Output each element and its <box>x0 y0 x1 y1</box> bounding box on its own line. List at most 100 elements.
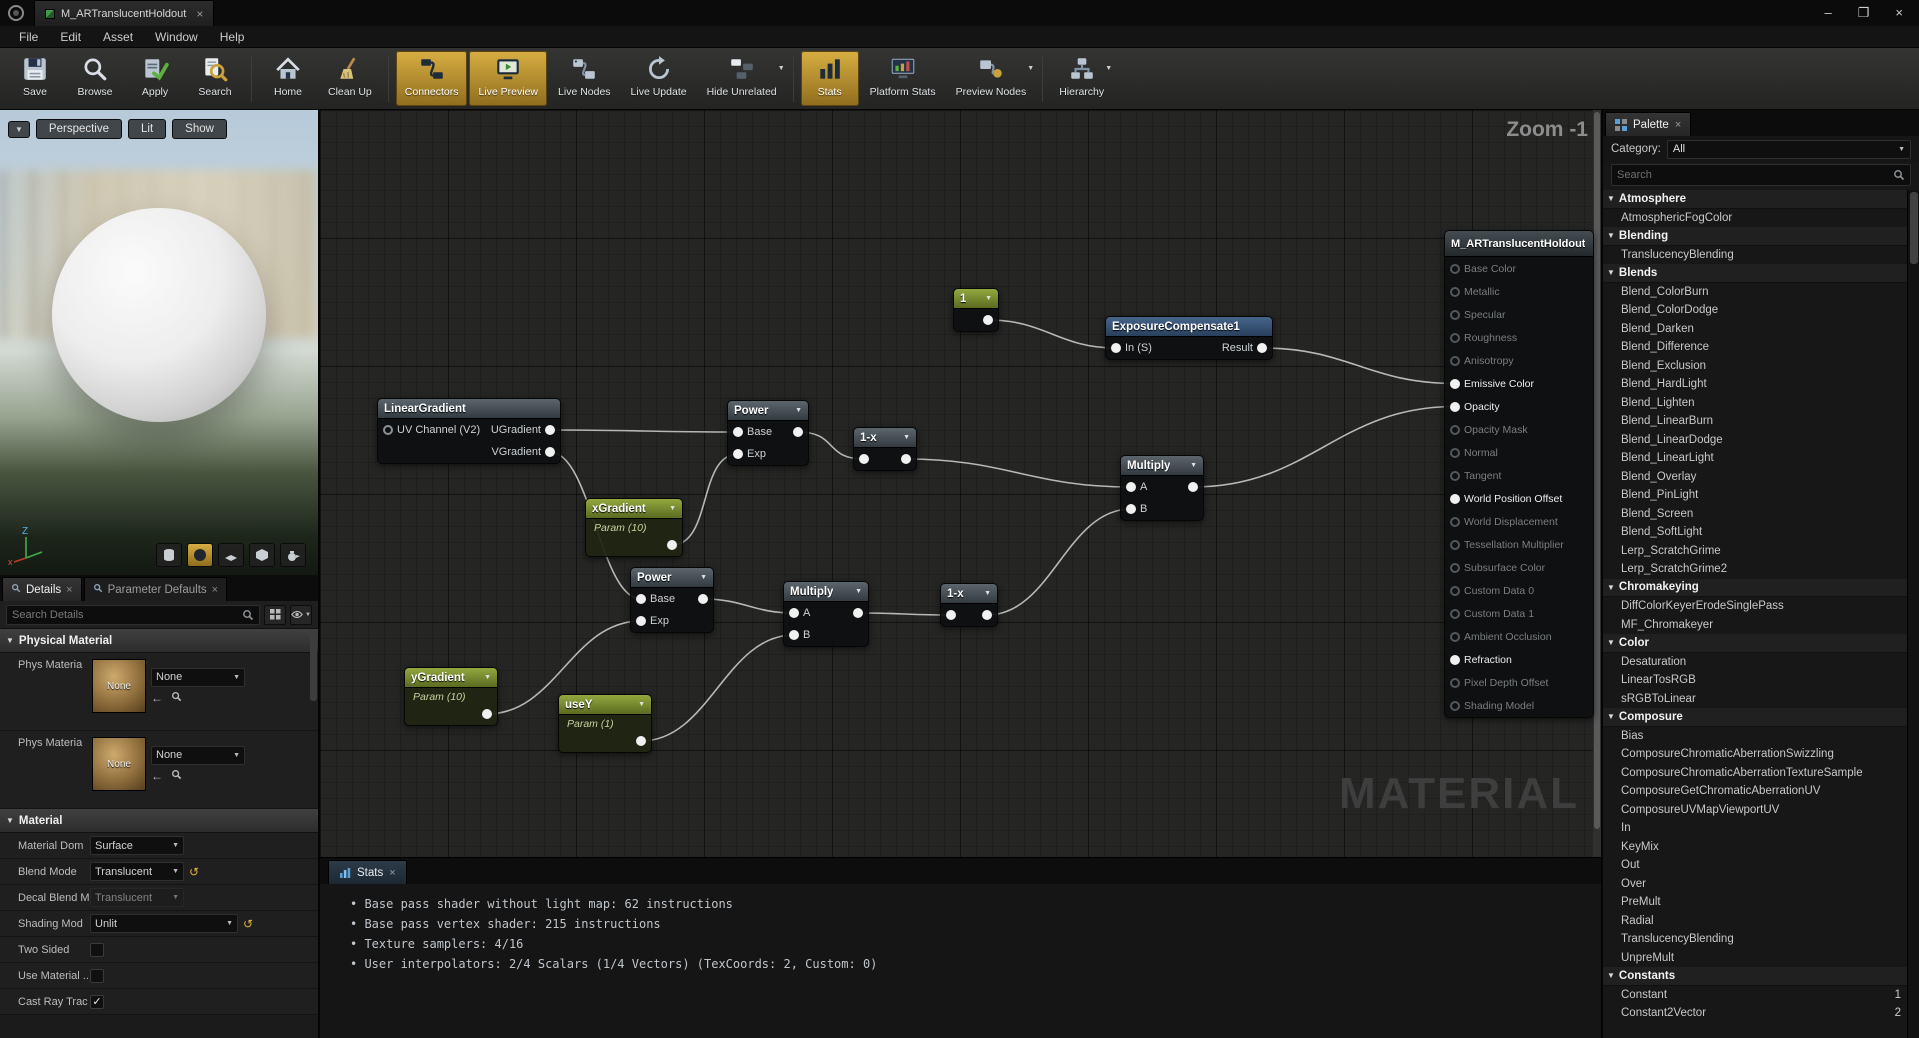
pin-out[interactable] <box>982 610 992 620</box>
tab-close-icon[interactable]: × <box>212 584 218 596</box>
pin-uv-channel-v2[interactable] <box>383 425 393 435</box>
section-material[interactable]: ▼Material <box>0 809 318 833</box>
pin-out[interactable] <box>698 594 708 604</box>
palette-item-radial[interactable]: Radial <box>1603 912 1907 931</box>
node-main[interactable]: M_ARTranslucentHoldoutBase ColorMetallic… <box>1444 230 1594 718</box>
palette-item-blend-linearburn[interactable]: Blend_LinearBurn <box>1603 412 1907 431</box>
toolbar-save[interactable]: Save <box>6 51 64 106</box>
pin-emissive-color[interactable] <box>1450 379 1460 389</box>
palette-item-blend-softlight[interactable]: Blend_SoftLight <box>1603 523 1907 542</box>
graph-editor[interactable]: MATERIAL 1▼ExposureCompensate1In (S)Resu… <box>320 110 1601 1038</box>
toolbar-preview-nodes[interactable]: Preview Nodes▼ <box>947 51 1036 106</box>
select-shading-mod[interactable]: Unlit▼ <box>90 914 238 933</box>
palette-item-srgbtolinear[interactable]: sRGBToLinear <box>1603 690 1907 709</box>
palette-item-atmosphericfogcolor[interactable]: AtmosphericFogColor <box>1603 209 1907 228</box>
toolbar-hierarchy[interactable]: Hierarchy▼ <box>1050 51 1113 106</box>
palette-item-desaturation[interactable]: Desaturation <box>1603 653 1907 672</box>
pin-opacity[interactable] <box>1450 402 1460 412</box>
toolbar-browse[interactable]: Browse <box>66 51 124 106</box>
palette-close-icon[interactable]: × <box>1675 119 1681 131</box>
node-power-bottom[interactable]: Power▼BaseExp <box>630 567 714 633</box>
pin-ambient-occlusion[interactable] <box>1450 632 1460 642</box>
node-xgradient[interactable]: xGradient▼Param (10) <box>585 498 683 557</box>
node-exposure[interactable]: ExposureCompensate1In (S)Result <box>1105 316 1273 360</box>
toolbar-clean-up[interactable]: Clean Up <box>319 51 381 106</box>
palette-category-constants[interactable]: ▼Constants <box>1603 967 1907 986</box>
node-const1[interactable]: 1▼ <box>953 288 999 332</box>
viewport-button-lit[interactable]: Lit <box>128 119 166 139</box>
pin-result[interactable] <box>1257 343 1267 353</box>
pin-output[interactable] <box>667 540 677 550</box>
palette-item-blend-exclusion[interactable]: Blend_Exclusion <box>1603 357 1907 376</box>
asset-thumbnail[interactable]: None <box>92 659 146 713</box>
toolbar-live-preview[interactable]: Live Preview <box>469 51 547 106</box>
pin-opacity-mask[interactable] <box>1450 425 1460 435</box>
palette-item-blend-difference[interactable]: Blend_Difference <box>1603 338 1907 357</box>
section-physical-material[interactable]: ▼Physical Material <box>0 629 318 653</box>
palette-category-blends[interactable]: ▼Blends <box>1603 264 1907 283</box>
toolbar-apply[interactable]: Apply <box>126 51 184 106</box>
menu-asset[interactable]: Asset <box>92 26 144 47</box>
palette-item-diffcolorkeyererodesinglepass[interactable]: DiffColorKeyerErodeSinglePass <box>1603 597 1907 616</box>
node-oneminus-bottom[interactable]: 1-x▼ <box>940 583 998 627</box>
use-selected-icon[interactable]: ← <box>151 769 163 783</box>
palette-item-blend-colorburn[interactable]: Blend_ColorBurn <box>1603 283 1907 302</box>
shape-cylinder-button[interactable] <box>156 543 182 567</box>
palette-item-composurechromaticaberrationswizzling[interactable]: ComposureChromaticAberrationSwizzling <box>1603 745 1907 764</box>
palette-item-out[interactable]: Out <box>1603 856 1907 875</box>
checkbox-cast-ray-trac[interactable]: ✓ <box>90 995 104 1009</box>
palette-item-constant2vector[interactable]: Constant2Vector2 <box>1603 1004 1907 1023</box>
category-select[interactable]: All ▼ <box>1667 140 1911 159</box>
pin-world-displacement[interactable] <box>1450 517 1460 527</box>
pin-exp[interactable] <box>733 449 743 459</box>
pin-b[interactable] <box>1126 504 1136 514</box>
pin-tangent[interactable] <box>1450 471 1460 481</box>
palette-item-blend-overlay[interactable]: Blend_Overlay <box>1603 468 1907 487</box>
pin-base-color[interactable] <box>1450 264 1460 274</box>
browse-icon[interactable] <box>171 769 182 783</box>
shape-plane-button[interactable] <box>218 543 244 567</box>
palette-item-composuregetchromaticaberrationuv[interactable]: ComposureGetChromaticAberrationUV <box>1603 782 1907 801</box>
eye-filter-icon[interactable]: ▼ <box>290 605 312 625</box>
checkbox-two-sided[interactable] <box>90 943 104 957</box>
chevron-down-icon[interactable]: ▼ <box>1027 65 1034 72</box>
toolbar-live-update[interactable]: Live Update <box>622 51 696 106</box>
palette-category-color[interactable]: ▼Color <box>1603 634 1907 653</box>
pin-roughness[interactable] <box>1450 333 1460 343</box>
palette-item-blend-darken[interactable]: Blend_Darken <box>1603 320 1907 339</box>
palette-item-blend-lighten[interactable]: Blend_Lighten <box>1603 394 1907 413</box>
pin-anisotropy[interactable] <box>1450 356 1460 366</box>
details-search-field[interactable] <box>12 609 242 621</box>
shape-cube-button[interactable] <box>249 543 275 567</box>
grid-view-icon[interactable] <box>264 605 286 625</box>
browse-icon[interactable] <box>171 691 182 705</box>
pin-out[interactable] <box>853 608 863 618</box>
palette-item-translucencyblending[interactable]: TranslucencyBlending <box>1603 930 1907 949</box>
palette-item-blend-screen[interactable]: Blend_Screen <box>1603 505 1907 524</box>
reset-to-default-icon[interactable]: ↺ <box>189 865 199 879</box>
node-oneminus-top[interactable]: 1-x▼ <box>853 427 917 471</box>
shape-sphere-button[interactable] <box>187 543 213 567</box>
palette-item-blend-pinlight[interactable]: Blend_PinLight <box>1603 486 1907 505</box>
toolbar-home[interactable]: Home <box>259 51 317 106</box>
tab-details[interactable]: Details× <box>2 577 82 601</box>
pin-a[interactable] <box>1126 482 1136 492</box>
palette-category-blending[interactable]: ▼Blending <box>1603 227 1907 246</box>
checkbox-use-material[interactable] <box>90 969 104 983</box>
node-lineargradient[interactable]: LinearGradientUV Channel (V2)UGradientVG… <box>377 398 561 464</box>
pin-a[interactable] <box>789 608 799 618</box>
menu-window[interactable]: Window <box>144 26 209 47</box>
palette-item-premult[interactable]: PreMult <box>1603 893 1907 912</box>
node-multiply-bottom[interactable]: Multiply▼AB <box>783 581 869 647</box>
minimize-button[interactable]: – <box>1825 5 1832 21</box>
palette-item-over[interactable]: Over <box>1603 875 1907 894</box>
palette-item-blend-colordodge[interactable]: Blend_ColorDodge <box>1603 301 1907 320</box>
viewport-menu-button[interactable]: ▼ <box>8 121 30 138</box>
pin-base[interactable] <box>636 594 646 604</box>
menu-edit[interactable]: Edit <box>49 26 92 47</box>
palette-item-unpremult[interactable]: UnpreMult <box>1603 949 1907 968</box>
asset-thumbnail[interactable]: None <box>92 737 146 791</box>
node-power-top[interactable]: Power▼BaseExp <box>727 400 809 466</box>
tab-stats[interactable]: Stats × <box>328 860 407 884</box>
select-material-dom[interactable]: Surface▼ <box>90 836 184 855</box>
